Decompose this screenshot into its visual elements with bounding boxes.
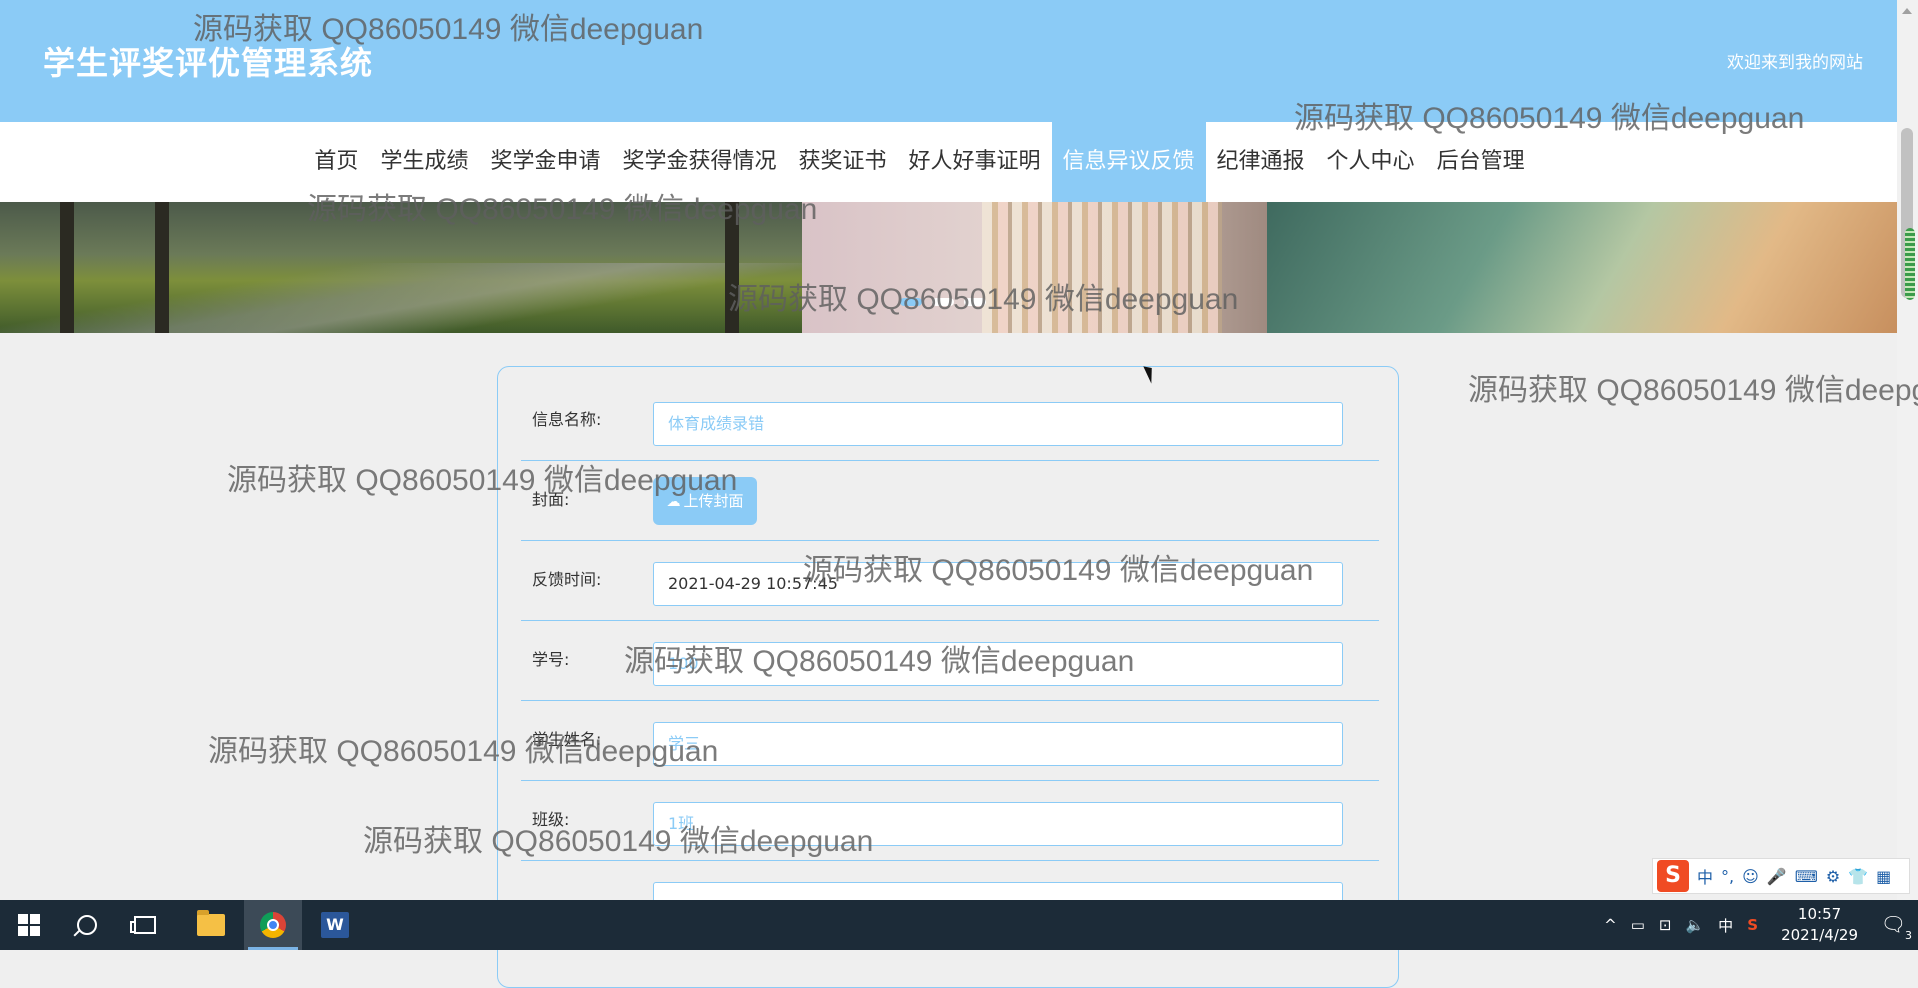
- scroll-up-arrow-icon[interactable]: [1902, 8, 1912, 14]
- start-button[interactable]: [0, 900, 58, 950]
- watermark: 源码获取 QQ86050149 微信deepguan: [1468, 374, 1918, 407]
- nav-item-good-deeds[interactable]: 好人好事证明: [898, 122, 1052, 202]
- form-row-time: 反馈时间: 2021-04-29 10:57:45: [521, 540, 1379, 621]
- sogou-logo-icon[interactable]: S: [1657, 860, 1689, 892]
- sogou-tray-icon[interactable]: S: [1747, 916, 1758, 934]
- site-title: 学生评奖评优管理系统: [43, 44, 374, 82]
- task-view-button[interactable]: [116, 900, 174, 950]
- folder-icon: [197, 910, 225, 936]
- main-nav: 首页 学生成绩 奖学金申请 奖学金获得情况 获奖证书 好人好事证明 信息异议反馈…: [0, 122, 1897, 202]
- nav-item-admin[interactable]: 后台管理: [1426, 122, 1536, 202]
- word-icon: W: [321, 912, 349, 938]
- grid-icon[interactable]: ▦: [1876, 867, 1891, 886]
- form-row-name: 信息名称: 体育成绩录错: [521, 380, 1379, 461]
- system-tray: ^ ▭ ⊡ 🔈 中 S: [1604, 900, 1758, 950]
- word-button[interactable]: W: [306, 900, 364, 950]
- nav-item-scholarship-apply[interactable]: 奖学金申请: [479, 122, 611, 202]
- nav-item-home[interactable]: 首页: [303, 122, 369, 202]
- file-explorer-button[interactable]: [182, 900, 240, 950]
- notification-button[interactable]: 🗨 3: [1880, 912, 1912, 942]
- student-name-input[interactable]: 学三: [653, 722, 1343, 766]
- upload-cover-button[interactable]: ☁ 上传封面: [653, 477, 757, 525]
- banner-image-bookshelf: [802, 202, 1267, 333]
- form-row-class: 班级: 1班: [521, 780, 1379, 861]
- student-name-label: 学生姓名:: [532, 730, 602, 749]
- nav-item-feedback[interactable]: 信息异议反馈: [1051, 122, 1206, 202]
- nav-item-scholarship-results[interactable]: 奖学金获得情况: [611, 122, 787, 202]
- feedback-form: 信息名称: 体育成绩录错 封面: ☁ 上传封面 反馈时间: 2021-04-29 …: [497, 366, 1399, 988]
- nav-item-grades[interactable]: 学生成绩: [369, 122, 479, 202]
- chrome-icon: [260, 912, 286, 938]
- cover-label: 封面:: [532, 490, 570, 509]
- emoji-icon[interactable]: ☺: [1742, 867, 1759, 886]
- time-label: 反馈时间:: [532, 570, 602, 589]
- time-input[interactable]: 2021-04-29 10:57:45: [653, 562, 1343, 606]
- ime-punct-toggle[interactable]: °,: [1721, 867, 1734, 886]
- form-row-student-name: 学生姓名: 学三: [521, 700, 1379, 781]
- windows-taskbar: W ^ ▭ ⊡ 🔈 中 S 10:57 2021/4/29 🗨 3: [0, 900, 1918, 950]
- keyboard-icon[interactable]: ⌨: [1795, 867, 1818, 886]
- settings-icon[interactable]: ⚙: [1826, 867, 1840, 886]
- clock-time: 10:57: [1797, 905, 1842, 923]
- page-scrollbar[interactable]: [1897, 0, 1918, 900]
- nav-item-discipline[interactable]: 纪律通报: [1206, 122, 1316, 202]
- search-icon: [77, 915, 97, 935]
- banner-image-classroom: [1267, 202, 1897, 333]
- carousel-dot[interactable]: [964, 298, 986, 306]
- carousel-dot[interactable]: [900, 298, 922, 306]
- windows-logo-icon: [18, 914, 40, 936]
- taskbar-clock[interactable]: 10:57 2021/4/29: [1781, 904, 1858, 946]
- carousel-dots: [900, 298, 986, 306]
- form-row-student-id: 学号: 100: [521, 620, 1379, 701]
- clock-date: 2021/4/29: [1781, 926, 1858, 944]
- class-label: 班级:: [532, 810, 570, 829]
- student-id-label: 学号:: [532, 650, 570, 669]
- search-button[interactable]: [58, 900, 116, 950]
- student-id-input[interactable]: 100: [653, 642, 1343, 686]
- upload-cover-label: 上传封面: [683, 492, 744, 510]
- ime-toolbar: S 中 °, ☺ 🎤 ⌨ ⚙ 👕 ▦: [1652, 858, 1910, 894]
- nav-item-certificates[interactable]: 获奖证书: [787, 122, 897, 202]
- battery-icon[interactable]: ▭: [1631, 916, 1645, 934]
- carousel-dot[interactable]: [932, 298, 954, 306]
- volume-icon[interactable]: 🔈: [1685, 916, 1704, 934]
- skin-icon[interactable]: 👕: [1848, 867, 1868, 886]
- cloud-upload-icon: ☁: [666, 494, 681, 510]
- chrome-button[interactable]: [244, 900, 302, 950]
- welcome-text: 欢迎来到我的网站: [1727, 53, 1863, 73]
- name-input[interactable]: 体育成绩录错: [653, 402, 1343, 446]
- network-icon[interactable]: ⊡: [1659, 916, 1672, 934]
- task-view-icon: [130, 916, 156, 934]
- form-row-cover: 封面: ☁ 上传封面: [521, 460, 1379, 541]
- ime-lang-toggle[interactable]: 中: [1697, 864, 1713, 888]
- class-input[interactable]: 1班: [653, 802, 1343, 846]
- name-label: 信息名称:: [532, 410, 602, 429]
- nav-item-profile[interactable]: 个人中心: [1316, 122, 1426, 202]
- banner-carousel: [0, 202, 1897, 333]
- banner-image-campus: [0, 202, 802, 333]
- chevron-up-icon[interactable]: ^: [1604, 916, 1617, 934]
- notification-icon: 🗨: [1880, 912, 1906, 936]
- site-header: 学生评奖评优管理系统 欢迎来到我的网站: [0, 0, 1897, 122]
- side-gauge-icon: [1905, 228, 1915, 300]
- microphone-icon[interactable]: 🎤: [1767, 867, 1787, 886]
- notification-count: 3: [1905, 929, 1912, 942]
- tray-ime-indicator[interactable]: 中: [1718, 915, 1733, 936]
